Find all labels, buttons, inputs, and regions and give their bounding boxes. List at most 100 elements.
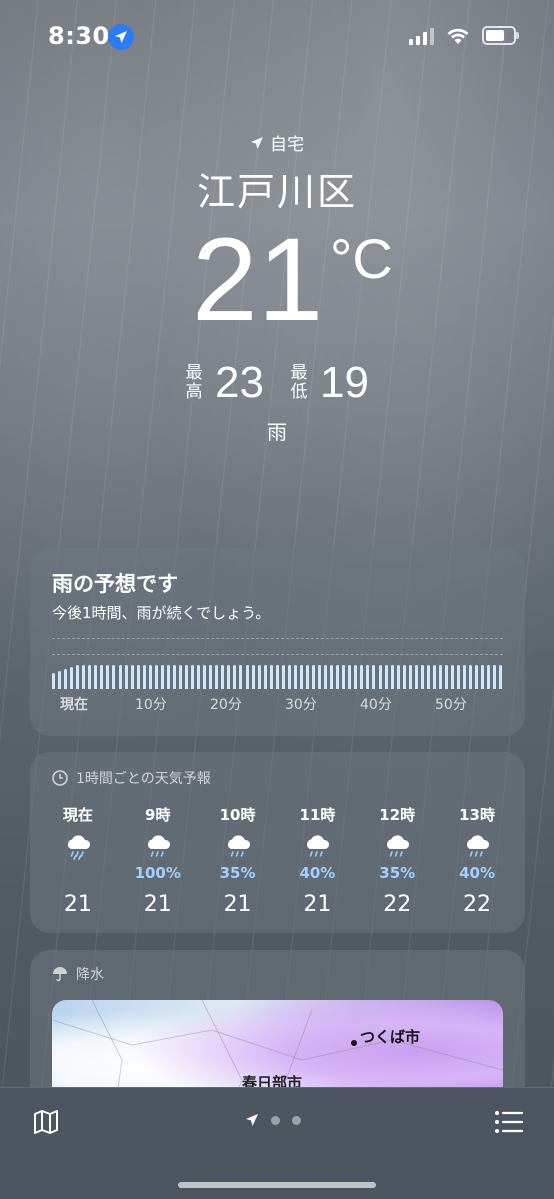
precip-bar [420, 665, 424, 689]
precip-bar [299, 665, 303, 689]
precip-bar [384, 665, 388, 689]
precip-bar [191, 665, 195, 689]
hourly-header-label: 1時間ごとの天気予報 [76, 771, 211, 787]
precip-bar [293, 665, 297, 689]
precip-bar [52, 673, 55, 689]
precip-bar [88, 665, 92, 689]
hour-time: 13時 [459, 806, 495, 824]
precip-bar [378, 665, 382, 689]
precip-bar [245, 665, 249, 689]
precip-bar [221, 665, 225, 689]
map-label-tsukuba: つくば市 [360, 1028, 421, 1046]
precip-bar [372, 665, 376, 689]
list-icon [495, 1111, 524, 1133]
hour-time: 12時 [379, 806, 416, 824]
high-low-temperatures: 最高 23 最低 19 [0, 358, 554, 408]
precipitation-label: 降水 [76, 967, 104, 983]
precip-bar [148, 665, 152, 689]
map-city-marker [351, 1040, 357, 1046]
precip-bar [64, 669, 68, 689]
precip-bar [305, 665, 309, 689]
precip-bar [197, 665, 201, 689]
hour-item: 9時 100% 21 [120, 804, 196, 917]
precip-bar [76, 665, 80, 689]
precip-bar [499, 665, 503, 689]
hour-temperature: 21 [303, 892, 332, 917]
hour-precip-chance: 35% [219, 864, 256, 882]
hour-precip-chance [40, 864, 116, 884]
precip-bar [348, 665, 352, 689]
current-location-page-icon [246, 1114, 258, 1126]
precip-bar [390, 665, 394, 689]
precipitation-header: 降水 [52, 964, 104, 984]
location-list-button[interactable] [494, 1108, 524, 1136]
umbrella-icon [53, 967, 67, 982]
precipitation-map-card[interactable]: 降水 つくば市 春日部市 [30, 950, 525, 1110]
rain-time-axis: 現在 10分 20分 30分 40分 50分 [52, 694, 503, 714]
rain-forecast-card[interactable]: 雨の予想です 今後1時間、雨が続くでしょう。 現在 10分 20分 30分 40… [30, 548, 525, 736]
low-temperature: 19 [320, 358, 369, 407]
precip-bar [160, 665, 164, 689]
precip-bar [203, 665, 207, 689]
precip-bar [215, 665, 219, 689]
precip-bar [118, 665, 122, 689]
temperature-unit: °C [330, 227, 393, 290]
precip-bar [227, 665, 231, 689]
page-indicator[interactable] [245, 1113, 301, 1127]
low-label: 最低 [290, 363, 308, 402]
precip-bar [124, 665, 128, 689]
map-button[interactable] [32, 1108, 60, 1136]
precip-bar [336, 665, 340, 689]
precip-bar [166, 665, 170, 689]
precip-bar [439, 665, 442, 689]
hour-precip-chance: 40% [299, 864, 336, 882]
location-arrow-icon [251, 136, 263, 149]
precip-bar [275, 665, 279, 689]
hourly-forecast-header: 1時間ごとの天気予報 [52, 768, 211, 788]
precip-bar [414, 665, 418, 689]
current-weather: 自宅 江戸川区 21 °C 最高 23 最低 19 雨 [0, 130, 554, 445]
precip-bar [330, 665, 334, 689]
hour-precip-chance: 35% [379, 864, 416, 882]
current-temperature: 21 °C [0, 220, 554, 340]
home-indicator [178, 1182, 376, 1188]
rain-forecast-title: 雨の予想です [52, 572, 178, 596]
axis-label-10: 10分 [135, 697, 167, 713]
hour-temperature: 22 [383, 892, 412, 917]
precip-bar [130, 665, 134, 689]
precip-bar [463, 665, 467, 689]
chart-gridline [52, 638, 503, 639]
hour-temperature: 21 [63, 892, 92, 917]
precip-bar [269, 665, 273, 689]
hourly-forecast-card[interactable]: 1時間ごとの天気予報 現在 21 9時 100% 21 10時 35% 21 1… [30, 752, 525, 933]
precip-bar [257, 665, 261, 689]
precip-bar [469, 665, 473, 689]
status-bar: 8:30 [0, 0, 554, 72]
page-dot [271, 1115, 280, 1125]
precip-bar [493, 665, 497, 689]
hour-precip-chance: 100% [134, 864, 181, 882]
rain-cloud-icon [439, 828, 515, 864]
precip-bar [396, 665, 400, 689]
axis-label-30: 30分 [285, 697, 317, 713]
rain-forecast-subtitle: 今後1時間、雨が続くでしょう。 [52, 604, 271, 622]
precip-bar [251, 665, 255, 689]
precip-bar [318, 665, 322, 689]
hour-temperature: 22 [463, 892, 492, 917]
battery-icon [482, 26, 519, 45]
status-time: 8:30 [48, 22, 110, 50]
precip-bar [402, 665, 406, 689]
precip-bar [100, 665, 104, 689]
hour-time: 11時 [299, 806, 336, 824]
hour-precip-chance: 40% [459, 864, 495, 882]
rain-cloud-icon [200, 828, 276, 864]
bottom-toolbar [0, 1087, 554, 1199]
rain-cloud-icon [120, 828, 196, 864]
hour-item: 11時 40% 21 [279, 804, 355, 917]
precip-bar [142, 665, 146, 689]
temperature-value: 21 [192, 214, 324, 346]
home-label: 自宅 [270, 135, 304, 155]
precip-bar [58, 671, 62, 689]
hour-time: 10時 [219, 806, 256, 824]
hour-item: 13時 40% 22 [439, 804, 515, 917]
